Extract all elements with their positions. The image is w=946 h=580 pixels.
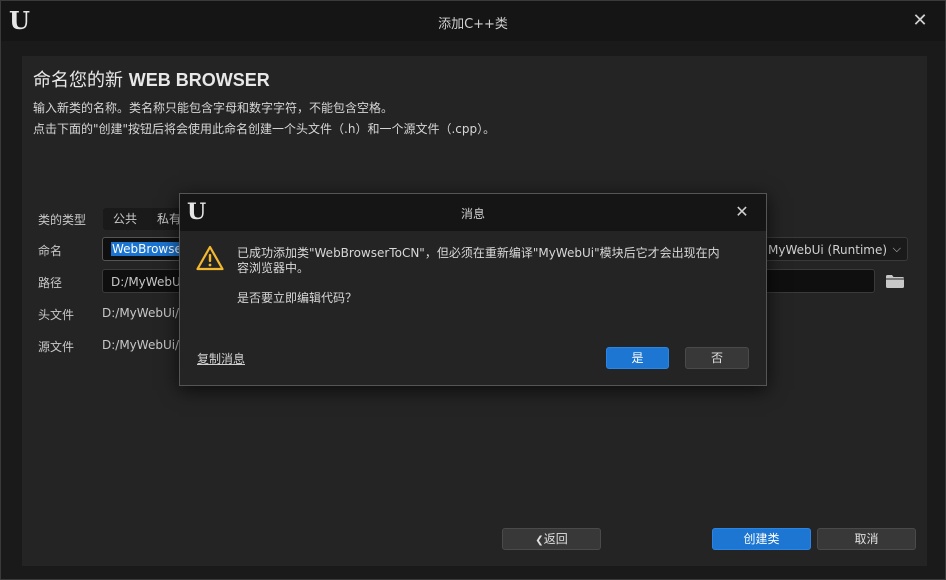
copy-message-link[interactable]: 复制消息 (197, 350, 245, 367)
dialog-message-line-2: 容浏览器中。 (237, 261, 310, 275)
back-button-label: 返回 (543, 532, 568, 546)
warning-icon (196, 245, 224, 271)
class-type-public[interactable]: 公共 (103, 208, 147, 230)
no-button[interactable]: 否 (685, 347, 749, 369)
window-titlebar[interactable]: U 添加C++类 ✕ (1, 1, 945, 41)
module-dropdown[interactable]: MyWebUi (Runtime) ⌵ (762, 237, 908, 261)
chevron-left-icon: ❮ (535, 535, 544, 546)
yes-button[interactable]: 是 (606, 347, 669, 369)
path-label: 路径 (38, 276, 63, 290)
close-icon[interactable]: ✕ (909, 10, 931, 32)
cancel-button[interactable]: 取消 (817, 528, 916, 550)
close-icon[interactable]: ✕ (732, 202, 752, 222)
class-name-value: WebBrowse (111, 242, 183, 256)
source-file-label: 源文件 (38, 340, 75, 354)
name-label: 命名 (38, 244, 63, 258)
window-title: 添加C++类 (438, 17, 508, 32)
back-button[interactable]: ❮返回 (502, 528, 601, 550)
class-type-toggle: 公共 私有 (103, 208, 192, 230)
page-title-class: WEB BROWSER (128, 70, 270, 90)
folder-icon[interactable] (886, 275, 904, 288)
source-file-value: D:/MyWebUi/ (102, 338, 180, 352)
header-file-value: D:/MyWebUi/ (102, 306, 180, 320)
path-value: D:/MyWebU (111, 275, 181, 289)
chevron-down-icon: ⌵ (892, 242, 901, 255)
dialog-titlebar[interactable]: U 消息 ✕ (180, 194, 766, 231)
module-dropdown-value: MyWebUi (Runtime) (768, 243, 888, 257)
dialog-message-line-1: 已成功添加类"WebBrowserToCN"，但必须在重新编译"MyWebUi"… (237, 246, 720, 260)
message-dialog: U 消息 ✕ 已成功添加类"WebBrowserToCN"，但必须在重新编译"M… (179, 193, 767, 386)
description-line-2: 点击下面的"创建"按钮后将会使用此命名创建一个头文件（.h）和一个源文件（.cp… (33, 122, 496, 136)
header-file-label: 头文件 (38, 308, 75, 322)
create-class-button[interactable]: 创建类 (712, 528, 811, 550)
dialog-title: 消息 (460, 207, 485, 221)
class-type-label: 类的类型 (38, 213, 87, 227)
page-title-prefix: 命名您的新 (33, 70, 123, 91)
description-line-1: 输入新类的名称。类名称只能包含字母和数字字符，不能包含空格。 (33, 101, 394, 115)
page-title: 命名您的新 WEB BROWSER (33, 66, 270, 92)
dialog-question: 是否要立即编辑代码？ (237, 291, 358, 305)
